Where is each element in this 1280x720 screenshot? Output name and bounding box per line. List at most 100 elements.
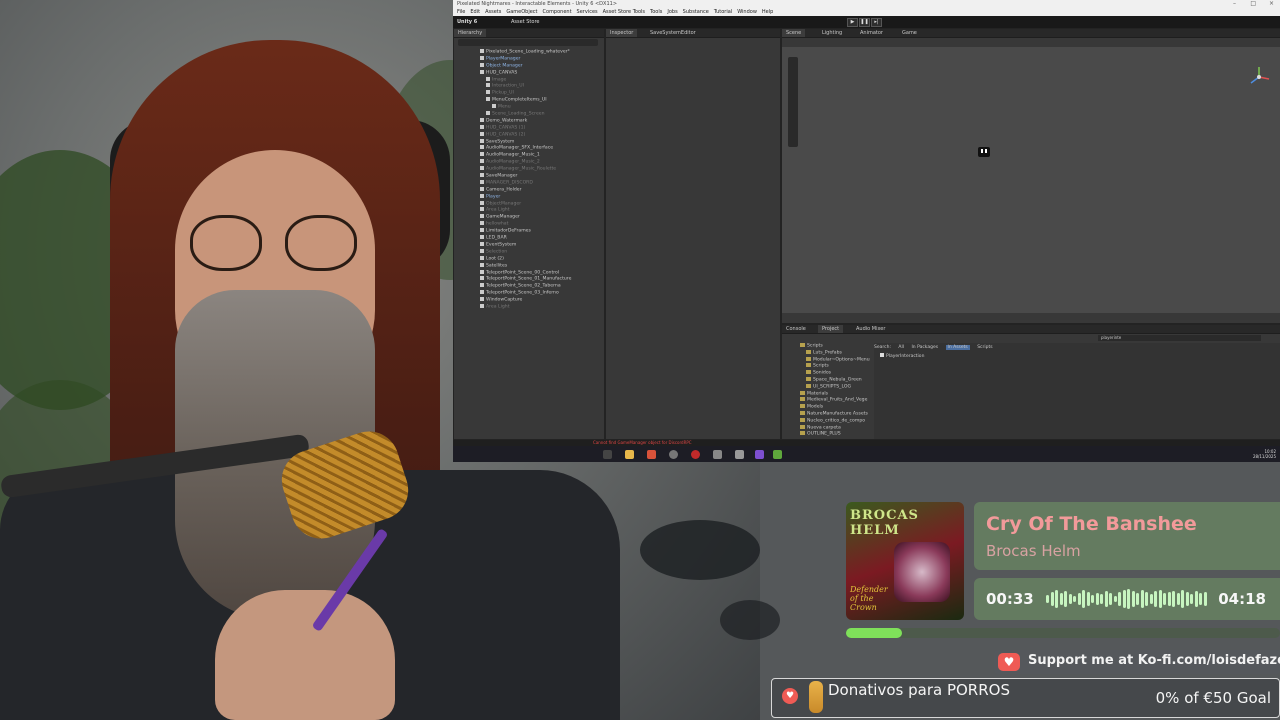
system-tray[interactable]: 10:02 28/11/2025 (1253, 449, 1276, 459)
hierarchy-item[interactable]: LED_BAR (454, 235, 604, 242)
project-folder-item[interactable]: Sonidos (782, 370, 870, 377)
unity-hub-icon[interactable] (735, 450, 744, 459)
menu-item-tools[interactable]: Tools (650, 8, 662, 16)
menu-item-tutorial[interactable]: Tutorial (714, 8, 732, 16)
hierarchy-item[interactable]: MenuCompleteItems_UI (454, 97, 604, 104)
hierarchy-item[interactable]: Pickup_UI (454, 90, 604, 97)
hierarchy-item[interactable]: Pixelated_Scene_Loading_whatever* (454, 49, 604, 56)
project-folder-item[interactable]: Materials (782, 390, 870, 398)
hierarchy-item[interactable]: LimitadorDeFrames (454, 228, 604, 235)
hierarchy-item[interactable]: HUD_CANVAS (454, 69, 604, 77)
orientation-gizmo-icon[interactable] (1247, 65, 1271, 89)
search-scope-packages[interactable]: In Packages (911, 345, 938, 350)
tab-project[interactable]: Project (818, 325, 844, 333)
hierarchy-item[interactable]: TeleportPoint_Scene_01_Manufacture (454, 276, 604, 283)
search-scope-scripts[interactable]: Scripts (977, 345, 992, 350)
project-folder-item[interactable]: Modular~Options~Menu (782, 356, 870, 364)
project-folder-item[interactable]: Scripts (782, 363, 870, 370)
tab-lighting[interactable]: Lighting (818, 29, 846, 37)
hierarchy-item[interactable]: MANAGER_DISCORD (454, 179, 604, 187)
scene-sprite-object[interactable] (978, 147, 990, 157)
tab-inspector[interactable]: Inspector (606, 29, 638, 37)
hierarchy-item[interactable]: GameManager (454, 214, 604, 221)
project-folder-item[interactable]: Luts_Prefabs (782, 349, 870, 357)
project-search-input[interactable]: playerinte (1098, 335, 1261, 341)
minimize-icon[interactable]: – (1233, 0, 1236, 8)
menu-item-jobs[interactable]: Jobs (667, 8, 677, 16)
tab-game[interactable]: Game (898, 29, 921, 37)
scene-tools-bar[interactable] (788, 57, 798, 147)
play-button[interactable]: ▶ (847, 18, 858, 27)
hierarchy-item[interactable]: AudioManager_Music_Roulette (454, 166, 604, 173)
hierarchy-item[interactable]: TeleportPoint_Scene_03_Inferno (454, 290, 604, 297)
asset-store-button[interactable]: Asset Store (511, 19, 539, 25)
menu-item-substance[interactable]: Substance (683, 8, 709, 16)
hierarchy-item[interactable]: ObjectManager (454, 200, 604, 208)
hierarchy-item[interactable]: PlayerManager (454, 55, 604, 63)
hierarchy-item[interactable]: HUD_CANVAS (1) (454, 124, 604, 132)
hierarchy-item[interactable]: Demo_Watermark (454, 117, 604, 125)
project-folder-item[interactable]: Nucleo_critico_de_compo (782, 417, 870, 425)
hierarchy-item[interactable]: Object Manager (454, 62, 604, 70)
notepad-icon[interactable] (773, 450, 782, 459)
tab-animator[interactable]: Animator (856, 29, 887, 37)
hierarchy-search-input[interactable] (458, 39, 598, 46)
settings-icon[interactable] (713, 450, 722, 459)
menu-item-asset-store-tools[interactable]: Asset Store Tools (603, 8, 645, 16)
hierarchy-item[interactable]: Selection (454, 248, 604, 256)
hierarchy-item[interactable]: TeleportPoint_Scene_00_Control (454, 269, 604, 277)
project-folder-item[interactable]: Space_Nebula_Green (782, 376, 870, 384)
hierarchy-item[interactable]: SaveSystem (454, 138, 604, 146)
hierarchy-item[interactable]: SaveManager (454, 173, 604, 180)
task-view-icon[interactable] (603, 450, 612, 459)
hierarchy-item[interactable]: Camera_Holder (454, 186, 604, 194)
hierarchy-item[interactable]: TeleportPoint_Scene_02_Taberna (454, 283, 604, 290)
project-result-item[interactable]: PlayerInteraction (880, 353, 924, 359)
hierarchy-item[interactable]: AudioManager_SFX_Interface (454, 145, 604, 152)
search-scope-all[interactable]: All (898, 345, 904, 350)
hierarchy-item[interactable]: Area Light (454, 207, 604, 214)
hierarchy-item[interactable]: Player (454, 193, 604, 201)
hierarchy-item[interactable]: Interaction_UI (454, 83, 604, 90)
project-folder-item[interactable]: Scripts (782, 343, 870, 350)
menu-item-services[interactable]: Services (577, 8, 598, 16)
file-explorer-icon[interactable] (625, 450, 634, 459)
maximize-icon[interactable]: □ (1250, 0, 1256, 8)
hierarchy-item[interactable]: AudioManager_Music_2 (454, 159, 604, 166)
close-icon[interactable]: × (1269, 0, 1274, 8)
scene-viewport[interactable] (782, 47, 1280, 313)
account-button[interactable]: Unity 6 (457, 19, 477, 25)
hierarchy-item[interactable]: WindowCapture (454, 297, 604, 304)
visual-studio-icon[interactable] (755, 450, 764, 459)
menu-item-gameobject[interactable]: GameObject (506, 8, 537, 16)
brave-browser-icon[interactable] (647, 450, 656, 459)
menu-item-assets[interactable]: Assets (485, 8, 501, 16)
tab-scene[interactable]: Scene (782, 29, 806, 37)
project-folder-item[interactable]: OUTLINE_PLUS (782, 431, 870, 438)
hierarchy-item[interactable]: HUD_CANVAS (2) (454, 131, 604, 139)
project-folder-item[interactable]: Medieval_Fruits_And_Vege (782, 397, 870, 404)
search-scope-assets[interactable]: In Assets (945, 345, 970, 350)
tab-console[interactable]: Console (782, 325, 810, 333)
tab-hierarchy[interactable]: Hierarchy (454, 29, 487, 37)
hierarchy-item[interactable]: Loot (2) (454, 255, 604, 263)
pause-button[interactable]: ❚❚ (859, 18, 870, 27)
obs-icon[interactable] (669, 450, 678, 459)
project-folder-item[interactable]: Nueva carpeta (782, 424, 870, 432)
hierarchy-item[interactable]: Area Light (454, 303, 604, 311)
menu-item-help[interactable]: Help (762, 8, 773, 16)
project-folder-item[interactable]: Models (782, 404, 870, 411)
hierarchy-item[interactable]: Scene_Loading_Screen (454, 111, 604, 118)
project-folder-item[interactable]: NatureManufacture Assets (782, 410, 870, 418)
menu-item-file[interactable]: File (457, 8, 465, 16)
hierarchy-item[interactable]: EventSystem (454, 241, 604, 249)
tab-audio-mixer[interactable]: Audio Mixer (852, 325, 889, 333)
hierarchy-item[interactable]: Image (454, 76, 604, 84)
menu-item-component[interactable]: Component (543, 8, 572, 16)
menu-item-edit[interactable]: Edit (470, 8, 480, 16)
record-app-icon[interactable] (691, 450, 700, 459)
hierarchy-item[interactable]: AudioManager_Music_1 (454, 152, 604, 159)
tab-save-system-editor[interactable]: SaveSystemEditor (646, 29, 700, 37)
project-folder-item[interactable]: UI_SCRIPTS_LOG (782, 383, 870, 391)
hierarchy-item[interactable]: Menu (454, 104, 604, 111)
